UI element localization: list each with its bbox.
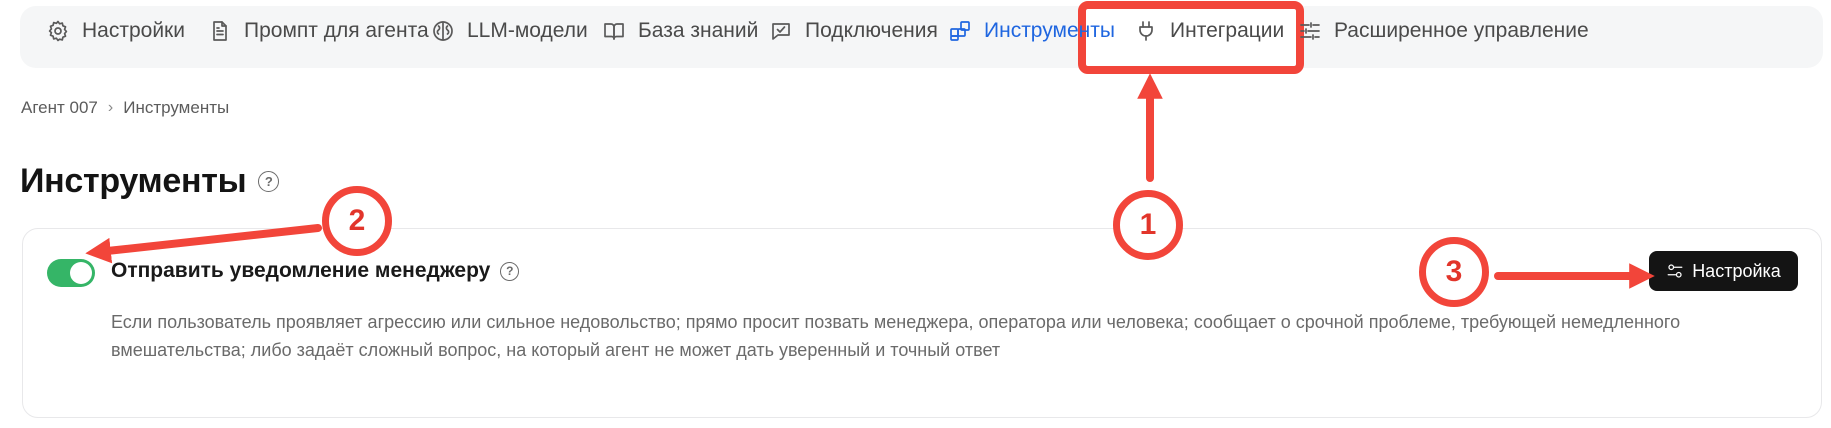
settings-sliders-icon xyxy=(1667,264,1683,278)
annotation-badge-2: 2 xyxy=(322,186,392,256)
sliders-icon xyxy=(1300,22,1320,40)
tab-integrations[interactable]: Интеграции xyxy=(1134,0,1284,62)
tab-llm-models[interactable]: LLM-модели xyxy=(431,0,588,62)
tab-label: Расширенное управление xyxy=(1334,19,1589,42)
document-icon xyxy=(213,21,227,41)
grid-icon xyxy=(950,21,970,41)
tab-label: Подключения xyxy=(805,19,938,42)
question-circle-icon[interactable]: ? xyxy=(258,171,280,192)
page-title: Инструменты xyxy=(20,162,247,200)
tab-label: Интеграции xyxy=(1170,19,1285,42)
plug-icon xyxy=(1139,21,1153,41)
annotation-badge-1: 1 xyxy=(1113,190,1183,260)
tool-name-row: Отправить уведомление менеджеру ? xyxy=(111,259,520,283)
tab-settings[interactable]: Настройки xyxy=(46,0,185,62)
tab-label: Промпт для агента xyxy=(244,19,429,42)
tool-settings-button[interactable]: Настройка xyxy=(1649,251,1798,291)
toggle-knob xyxy=(70,262,92,284)
brain-icon xyxy=(433,21,453,41)
checkbox-icon xyxy=(772,23,790,40)
annotation-badge-3: 3 xyxy=(1419,237,1489,307)
tab-prompt[interactable]: Промпт для агента xyxy=(208,0,429,62)
tab-label: LLM-модели xyxy=(467,19,588,42)
tool-enabled-toggle[interactable] xyxy=(47,259,95,287)
breadcrumb-parent[interactable]: Агент 007 xyxy=(21,98,98,118)
page-title-row: Инструменты ? xyxy=(20,162,280,201)
breadcrumb-separator: › xyxy=(107,99,114,116)
tool-card: Отправить уведомление менеджеру ? Если п… xyxy=(22,228,1822,418)
gear-icon xyxy=(48,20,68,42)
tool-name: Отправить уведомление менеджеру xyxy=(111,259,491,282)
tab-advanced[interactable]: Расширенное управление xyxy=(1298,0,1589,62)
tab-label: Настройки xyxy=(82,19,185,42)
tab-tools[interactable]: Инструменты xyxy=(948,0,1115,62)
tab-knowledge-base[interactable]: База знаний xyxy=(602,0,758,62)
breadcrumb-current: Инструменты xyxy=(123,98,230,117)
tab-connections[interactable]: Подключения xyxy=(769,0,938,62)
tool-description: Если пользователь проявляет агрессию или… xyxy=(111,312,1681,360)
tab-label: Инструменты xyxy=(984,19,1115,42)
breadcrumb: Агент 007 › Инструменты xyxy=(21,98,229,118)
settings-button-label: Настройка xyxy=(1692,260,1781,281)
question-circle-icon[interactable]: ? xyxy=(500,261,520,281)
book-icon xyxy=(604,23,624,40)
tab-label: База знаний xyxy=(638,19,759,42)
